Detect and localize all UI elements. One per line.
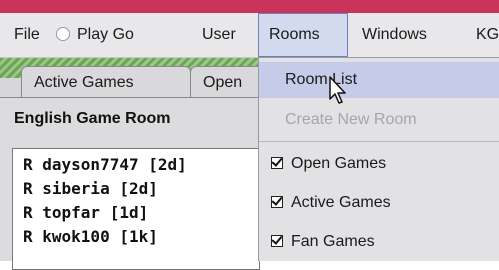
menu-item-open-games-label: Open Games — [291, 155, 387, 172]
window-top-strip — [0, 0, 499, 13]
menu-rooms[interactable]: Rooms — [258, 13, 348, 57]
menu-bar: File Play Go User Rooms Windows KG — [0, 13, 499, 58]
menu-item-active-games-label: Active Games — [291, 194, 391, 211]
radio-icon[interactable] — [56, 27, 70, 41]
menu-item-active-games[interactable]: Active Games — [259, 185, 499, 221]
menu-item-open-games[interactable]: Open Games — [259, 146, 499, 182]
menu-file[interactable]: File — [14, 13, 40, 57]
room-title: English Game Room — [14, 110, 171, 127]
checkbox-checked-icon[interactable] — [271, 196, 283, 208]
menu-item-create-new-room: Create New Room — [285, 111, 417, 128]
menu-play-go-label: Play Go — [77, 26, 134, 43]
menu-item-fan-games-label: Fan Games — [291, 233, 375, 250]
list-item[interactable]: R dayson7747 [2d] — [23, 155, 187, 174]
menu-separator — [259, 141, 499, 142]
user-list[interactable]: R dayson7747 [2d] R siberia [2d] R topfa… — [12, 148, 260, 270]
list-item[interactable]: R siberia [2d] — [23, 179, 158, 198]
checkbox-checked-icon[interactable] — [271, 157, 283, 169]
menu-user[interactable]: User — [202, 13, 236, 57]
list-item[interactable]: R topfar [1d] — [23, 203, 148, 222]
mouse-pointer-icon — [329, 76, 346, 104]
menu-item-room-list[interactable]: Room List — [259, 62, 499, 98]
menu-windows[interactable]: Windows — [362, 13, 427, 57]
tab-active-games[interactable]: Active Games — [21, 66, 191, 98]
menu-item-fan-games[interactable]: Fan Games — [259, 224, 499, 260]
tab-content: English Game Room R dayson7747 [2d] R si… — [0, 97, 260, 270]
list-item[interactable]: R kwok100 [1k] — [23, 227, 158, 246]
checkbox-checked-icon[interactable] — [271, 235, 283, 247]
menu-kg[interactable]: KG — [476, 13, 499, 57]
menu-play-go[interactable]: Play Go — [56, 13, 134, 57]
room-panel: Active Games Open English Game Room R da… — [0, 58, 270, 270]
rooms-dropdown-menu: Room List Create New Room Open Games Act… — [258, 57, 499, 261]
